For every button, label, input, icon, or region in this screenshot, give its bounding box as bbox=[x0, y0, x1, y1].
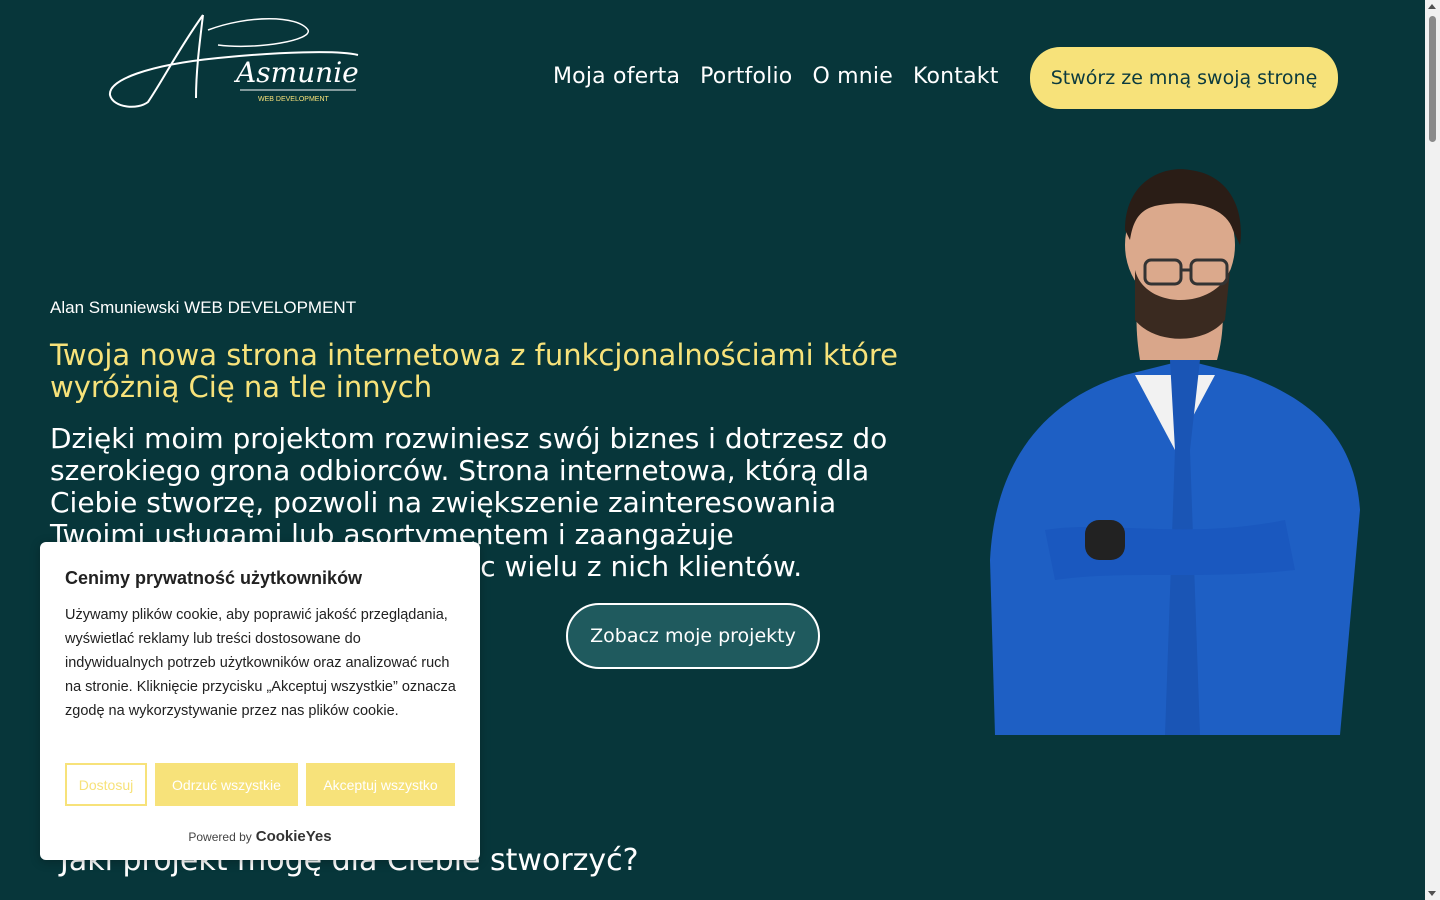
scroll-up-icon[interactable] bbox=[1428, 4, 1436, 9]
hero-eyebrow: Alan Smuniewski WEB DEVELOPMENT bbox=[50, 298, 357, 317]
see-projects-button[interactable]: Zobacz moje projekty bbox=[566, 603, 820, 669]
cookie-consent-dialog: Cenimy prywatność użytkowników Używamy p… bbox=[40, 542, 480, 860]
cookie-accept-button[interactable]: Akceptuj wszystko bbox=[306, 763, 455, 806]
cookie-title: Cenimy prywatność użytkowników bbox=[65, 568, 363, 588]
cookie-customize-button[interactable]: Dostosuj bbox=[65, 763, 147, 806]
nav-o-mnie[interactable]: O mnie bbox=[812, 64, 893, 89]
signature-logo-icon: Asmuniewski WEB DEVELOPMENT bbox=[108, 14, 423, 108]
cookieyes-logo[interactable]: CookieYes bbox=[256, 828, 332, 845]
nav-kontakt[interactable]: Kontakt bbox=[913, 64, 999, 89]
hero-portrait bbox=[985, 160, 1365, 735]
scrollbar-thumb[interactable] bbox=[1429, 16, 1436, 142]
cookie-actions: Dostosuj Odrzuć wszystkie Akceptuj wszys… bbox=[65, 763, 455, 806]
cookie-powered-by: Powered by CookieYes bbox=[188, 828, 332, 845]
page-scrollbar[interactable] bbox=[1425, 0, 1440, 900]
hero-headline: Twoja nowa strona internetowa z funkcjon… bbox=[50, 338, 898, 404]
main-nav: Moja oferta Portfolio O mnie Kontakt bbox=[553, 64, 1019, 89]
site-logo[interactable]: Asmuniewski WEB DEVELOPMENT bbox=[108, 10, 423, 110]
cookie-text: Używamy plików cookie, aby poprawić jako… bbox=[65, 607, 456, 719]
nav-portfolio[interactable]: Portfolio bbox=[700, 64, 792, 89]
svg-text:WEB DEVELOPMENT: WEB DEVELOPMENT bbox=[258, 96, 330, 103]
scroll-down-icon[interactable] bbox=[1428, 891, 1436, 896]
logo-script: Asmuniewski bbox=[233, 56, 360, 89]
nav-moja-oferta[interactable]: Moja oferta bbox=[553, 64, 680, 89]
person-photo-icon bbox=[990, 169, 1360, 735]
cookie-reject-button[interactable]: Odrzuć wszystkie bbox=[155, 763, 298, 806]
create-site-cta-button[interactable]: Stwórz ze mną swoją stronę bbox=[1030, 47, 1338, 109]
